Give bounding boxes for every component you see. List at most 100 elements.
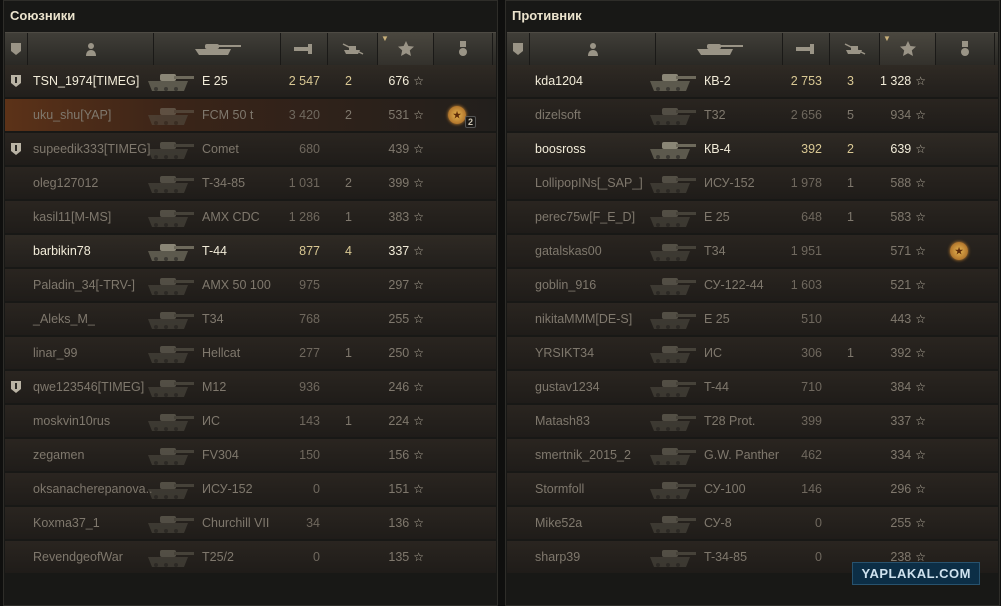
damage-value: 143 bbox=[299, 414, 320, 428]
player-row[interactable]: qwe123546[TIMEG] M12 936 246 ☆ bbox=[5, 371, 496, 403]
tank-cell: СУ-8 bbox=[650, 508, 780, 538]
achievement-medal-icon[interactable]: ★ 2 bbox=[448, 106, 476, 128]
player-name: goblin_916 bbox=[535, 278, 597, 292]
player-row[interactable]: LollipopINs[_SAP_] ИСУ-152 1 978 1 588 ☆ bbox=[507, 167, 998, 199]
kills-value: 2 bbox=[345, 74, 352, 88]
player-row[interactable]: Stormfoll СУ-100 146 296 ☆ bbox=[507, 473, 998, 505]
damage-value: 1 286 bbox=[288, 210, 320, 224]
tank-name: E 25 bbox=[704, 312, 730, 326]
player-row[interactable]: nikitaMMM[DE-S] E 25 510 443 ☆ bbox=[507, 303, 998, 335]
kills-value: 1 bbox=[345, 414, 352, 428]
damage-value: 0 bbox=[313, 550, 320, 564]
damage-value: 150 bbox=[299, 448, 320, 462]
tank-cell: FV304 bbox=[148, 440, 278, 470]
tank-name: T28 Prot. bbox=[704, 414, 756, 428]
sort-desc-icon: ▼ bbox=[381, 34, 389, 43]
player-row[interactable]: RevendgeofWar T25/2 0 135 ☆ bbox=[5, 541, 496, 573]
xp-star-icon: ☆ bbox=[915, 108, 926, 122]
player-row[interactable]: goblin_916 СУ-122-44 1 603 521 ☆ bbox=[507, 269, 998, 301]
tank-silhouette-icon bbox=[148, 244, 194, 261]
player-row[interactable]: zegamen FV304 150 156 ☆ bbox=[5, 439, 496, 471]
tank-silhouette-icon bbox=[148, 176, 194, 193]
tank-cell: E 25 bbox=[148, 66, 278, 96]
player-name: nikitaMMM[DE-S] bbox=[535, 312, 633, 326]
xp-cell: 246 ☆ bbox=[373, 380, 428, 394]
tank-name: T-34-85 bbox=[202, 176, 246, 190]
allies-title: Союзники bbox=[10, 8, 76, 23]
player-row[interactable]: uku_shu[YAP] FCM 50 t 3 420 2 531 ☆ ★ 2 bbox=[5, 99, 496, 131]
sort-medal-column[interactable] bbox=[936, 33, 995, 65]
xp-cell: 1 328 ☆ bbox=[875, 74, 930, 88]
tank-silhouette-icon bbox=[650, 278, 696, 295]
xp-cell: 337 ☆ bbox=[373, 244, 428, 258]
player-row[interactable]: barbikin78 T-44 877 4 337 ☆ bbox=[5, 235, 496, 267]
xp-value: 392 bbox=[890, 346, 912, 360]
player-row[interactable]: boosross КВ-4 392 2 639 ☆ bbox=[507, 133, 998, 165]
player-row[interactable]: gatalskas00 T34 1 951 571 ☆ ★ bbox=[507, 235, 998, 267]
xp-cell: 392 ☆ bbox=[875, 346, 930, 360]
player-row[interactable]: dizelsoft T32 2 656 5 934 ☆ bbox=[507, 99, 998, 131]
allies-panel: Союзники ▼ TSN_1974[TIMEG] E 25 2 547 2 … bbox=[3, 0, 498, 606]
xp-value: 255 bbox=[388, 312, 410, 326]
player-row[interactable]: moskvin10rus ИС 143 1 224 ☆ bbox=[5, 405, 496, 437]
achievement-medal-icon[interactable]: ★ bbox=[950, 242, 968, 260]
tank-silhouette-icon bbox=[148, 278, 194, 295]
player-row[interactable]: kasil11[M-MS] AMX CDC 1 286 1 383 ☆ bbox=[5, 201, 496, 233]
player-row[interactable]: kda1204 КВ-2 2 753 3 1 328 ☆ bbox=[507, 65, 998, 97]
sort-damage-column[interactable] bbox=[281, 33, 328, 65]
player-row[interactable]: Mike52a СУ-8 0 255 ☆ bbox=[507, 507, 998, 539]
xp-star-icon: ☆ bbox=[413, 414, 424, 428]
damage-value: 392 bbox=[801, 142, 822, 156]
sort-damage-column[interactable] bbox=[783, 33, 830, 65]
tank-name: Comet bbox=[202, 142, 239, 156]
xp-value: 588 bbox=[890, 176, 912, 190]
player-row[interactable]: TSN_1974[TIMEG] E 25 2 547 2 676 ☆ bbox=[5, 65, 496, 97]
player-row[interactable]: _Aleks_M_ T34 768 255 ☆ bbox=[5, 303, 496, 335]
player-row[interactable]: YRSIKT34 ИС 306 1 392 ☆ bbox=[507, 337, 998, 369]
player-row[interactable]: linar_99 Hellcat 277 1 250 ☆ bbox=[5, 337, 496, 369]
xp-star-icon: ☆ bbox=[413, 516, 424, 530]
tank-name: Churchill VII bbox=[202, 516, 270, 530]
player-name: supeedik333[TIMEG] bbox=[33, 142, 151, 156]
kills-value: 2 bbox=[847, 142, 854, 156]
player-row[interactable]: smertnik_2015_2 G.W. Panther 462 334 ☆ bbox=[507, 439, 998, 471]
sort-xp-column[interactable]: ▼ bbox=[378, 33, 434, 65]
watermark-logo: YAPLAKAL.COM bbox=[852, 562, 980, 585]
sort-tank-column[interactable] bbox=[656, 33, 783, 65]
xp-cell: 588 ☆ bbox=[875, 176, 930, 190]
player-row[interactable]: supeedik333[TIMEG] Comet 680 439 ☆ bbox=[5, 133, 496, 165]
sort-player-column[interactable] bbox=[28, 33, 154, 65]
player-row[interactable]: Paladin_34[-TRV-] AMX 50 100 975 297 ☆ bbox=[5, 269, 496, 301]
player-row[interactable]: oleg127012 T-34-85 1 031 2 399 ☆ bbox=[5, 167, 496, 199]
damage-value: 710 bbox=[801, 380, 822, 394]
player-row[interactable]: Koxma37_1 Churchill VII 34 136 ☆ bbox=[5, 507, 496, 539]
damage-value: 0 bbox=[313, 482, 320, 496]
sort-xp-column[interactable]: ▼ bbox=[880, 33, 936, 65]
xp-star-icon: ☆ bbox=[915, 142, 926, 156]
player-name: gatalskas00 bbox=[535, 244, 602, 258]
xp-star-icon bbox=[397, 41, 414, 56]
kills-value: 1 bbox=[345, 210, 352, 224]
player-row[interactable]: perec75w[F_E_D] E 25 648 1 583 ☆ bbox=[507, 201, 998, 233]
player-row[interactable]: oksanacherepanova.. ИСУ-152 0 151 ☆ bbox=[5, 473, 496, 505]
sort-platoon-column[interactable] bbox=[507, 33, 530, 65]
xp-star-icon: ☆ bbox=[915, 414, 926, 428]
player-row[interactable]: gustav1234 T-44 710 384 ☆ bbox=[507, 371, 998, 403]
xp-cell: 583 ☆ bbox=[875, 210, 930, 224]
tank-silhouette-icon bbox=[650, 516, 696, 533]
player-name: kasil11[M-MS] bbox=[33, 210, 112, 224]
damage-icon bbox=[294, 44, 312, 54]
sort-platoon-column[interactable] bbox=[5, 33, 28, 65]
tank-name: ИС bbox=[704, 346, 723, 360]
sort-kills-column[interactable] bbox=[328, 33, 378, 65]
sort-player-column[interactable] bbox=[530, 33, 656, 65]
tank-cell: T25/2 bbox=[148, 542, 278, 572]
sort-medal-column[interactable] bbox=[434, 33, 493, 65]
damage-value: 399 bbox=[801, 414, 822, 428]
player-row[interactable]: Matash83 T28 Prot. 399 337 ☆ bbox=[507, 405, 998, 437]
xp-star-icon: ☆ bbox=[915, 176, 926, 190]
xp-value: 136 bbox=[388, 516, 410, 530]
sort-tank-column[interactable] bbox=[154, 33, 281, 65]
sort-kills-column[interactable] bbox=[830, 33, 880, 65]
tank-cell: T34 bbox=[650, 236, 780, 266]
